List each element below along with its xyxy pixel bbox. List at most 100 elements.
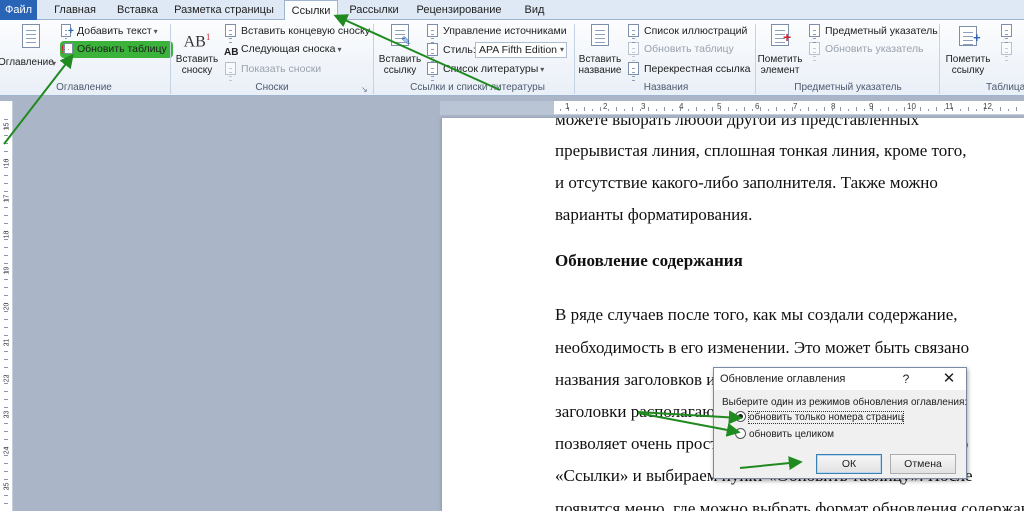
group-label-captions: Названия: [643, 82, 689, 93]
endnote-icon: [224, 24, 238, 37]
update-toa-icon: [1000, 42, 1014, 55]
ribbon-tab-bar: Файл Главная Вставка Разметка страницы Ссылк…: [0, 0, 1024, 21]
tab-0[interactable]: Файл: [0, 0, 37, 20]
cross-ref-icon: [627, 62, 641, 75]
insert-citation-button[interactable]: ✎ Вставить ссылку: [377, 22, 423, 76]
ok-button[interactable]: ОК: [816, 454, 882, 474]
toc-button[interactable]: Оглавление ▾: [0, 22, 56, 68]
update-index-label: Обновить указатель: [825, 43, 924, 55]
cross-reference-button[interactable]: Перекрестная ссылка: [627, 61, 750, 78]
toa-extra-button[interactable]: [1000, 23, 1022, 40]
insert-caption-button[interactable]: Вставить название: [577, 22, 623, 76]
document-line: появится меню, где можно выбрать формат …: [555, 499, 1024, 511]
manage-sources-icon: [426, 24, 440, 37]
footnotes-dialog-launcher[interactable]: ↘: [361, 85, 368, 94]
ruler-number: 7: [793, 102, 798, 111]
bibliography-label: Список литературы: [443, 63, 539, 75]
manage-sources-button[interactable]: Управление источниками: [426, 23, 567, 40]
insert-index-icon: [808, 24, 822, 37]
radio-label-entire: обновить целиком: [749, 429, 835, 440]
cancel-button[interactable]: Отмена: [890, 454, 956, 474]
list-of-figures-button[interactable]: Список иллюстраций: [627, 23, 747, 40]
update-index-icon: [808, 42, 822, 55]
style-label: Стиль:: [443, 44, 476, 56]
style-select-value: APA Fifth Edition: [479, 44, 558, 56]
radio-unselected-icon[interactable]: [735, 428, 746, 439]
show-notes-button[interactable]: Показать сноски: [224, 61, 321, 78]
document-line: прерывистая линия, сплошная тонкая линия…: [555, 141, 967, 160]
tab-4[interactable]: Ссылки: [284, 0, 338, 21]
section-heading: Обновление содержания: [555, 251, 743, 270]
group-label-citations: Ссылки и списки литературы: [410, 82, 545, 93]
radio-selected-icon[interactable]: [735, 411, 746, 422]
style-icon: [426, 43, 440, 56]
show-notes-icon: [224, 62, 238, 75]
ruler-margin-left: [440, 101, 554, 115]
document-line: и отсутствие какого-либо заполнителя. Та…: [555, 173, 938, 192]
ribbon: Оглавление ▾ + Добавить текст ▾ ! Обновить …: [0, 20, 1024, 96]
ruler-number: 18: [3, 230, 11, 239]
mark-entry-label: Пометить элемент: [757, 54, 803, 76]
document-line: можете выбрать любой другой из представл…: [555, 118, 920, 129]
toc-icon: [13, 22, 43, 52]
group-separator: [755, 24, 756, 94]
update-figures-icon: [627, 42, 641, 55]
close-button[interactable]: ✕: [934, 368, 964, 390]
next-footnote-button[interactable]: AB Следующая сноска ▾: [224, 41, 341, 58]
radio-page-numbers-only[interactable]: обновить только номера страниц: [735, 411, 905, 425]
ruler-number: 23: [3, 410, 11, 419]
ruler-number: 6: [755, 102, 760, 111]
add-text-label: Добавить текст: [77, 25, 152, 37]
ruler-number: 9: [869, 102, 874, 111]
tab-3[interactable]: Разметка страницы: [170, 0, 278, 20]
insert-footnote-label: Вставить сноску: [175, 54, 219, 76]
mark-entry-button[interactable]: + Пометить элемент: [757, 22, 803, 76]
bibliography-icon: [426, 62, 440, 75]
update-toc-dialog: Обновление оглавления ? ✕ Выберите один …: [713, 367, 967, 479]
insert-caption-label: Вставить название: [578, 54, 622, 76]
bibliography-button[interactable]: Список литературы ▾: [426, 61, 544, 78]
group-label-toa: Таблица: [986, 82, 1024, 93]
ruler-number: 15: [3, 122, 11, 131]
list-figures-icon: [627, 24, 641, 37]
ruler-number: 22: [3, 374, 11, 383]
list-of-figures-label: Список иллюстраций: [644, 25, 748, 37]
help-button[interactable]: ?: [896, 368, 916, 390]
cross-reference-label: Перекрестная ссылка: [644, 63, 751, 75]
toa-update-button[interactable]: [1000, 41, 1022, 58]
manage-sources-label: Управление источниками: [443, 25, 567, 37]
style-select[interactable]: APA Fifth Edition ▾: [475, 42, 567, 58]
update-index-button[interactable]: Обновить указатель: [808, 41, 923, 58]
update-table-button[interactable]: ! Обновить таблицу: [60, 41, 173, 58]
insert-footnote-button[interactable]: AB1 Вставить сноску: [174, 22, 220, 76]
group-label-index: Предметный указатель: [794, 82, 902, 93]
tab-6[interactable]: Рецензирование: [410, 0, 508, 20]
insert-citation-icon: ✎: [385, 22, 415, 52]
ruler-number: 16: [3, 158, 11, 167]
ruler-number: 25: [3, 482, 11, 491]
radio-label-page-numbers: обновить только номера страниц: [747, 411, 905, 424]
ruler-number: 19: [3, 266, 11, 275]
insert-endnote-label: Вставить концевую сноску: [241, 25, 370, 37]
insert-endnote-button[interactable]: Вставить концевую сноску: [224, 23, 370, 40]
update-figures-table-button[interactable]: Обновить таблицу: [627, 41, 734, 58]
next-footnote-icon: AB: [224, 47, 239, 58]
insert-index-button[interactable]: Предметный указатель: [808, 23, 938, 40]
ruler-number: 4: [679, 102, 684, 111]
group-separator: [373, 24, 374, 94]
mark-citation-button[interactable]: + Пометить ссылку: [944, 22, 992, 76]
mark-entry-icon: +: [765, 22, 795, 52]
add-text-button[interactable]: + Добавить текст ▾: [60, 23, 158, 40]
ruler-number: 5: [717, 102, 722, 111]
tab-2[interactable]: Вставка: [110, 0, 165, 20]
tab-5[interactable]: Рассылки: [343, 0, 405, 20]
radio-entire-table[interactable]: обновить целиком: [735, 428, 834, 442]
style-selector-label: Стиль:: [426, 42, 476, 59]
update-figures-table-label: Обновить таблицу: [644, 43, 734, 55]
tab-7[interactable]: Вид: [512, 0, 557, 20]
add-text-icon: +: [60, 24, 74, 37]
ruler-number: 8: [831, 102, 836, 111]
tab-1[interactable]: Главная: [45, 0, 105, 20]
vertical-ruler[interactable]: 15 16 17 18 19 20 21 22 23 24 25: [0, 101, 13, 511]
insert-citation-label: Вставить ссылку: [378, 54, 422, 76]
